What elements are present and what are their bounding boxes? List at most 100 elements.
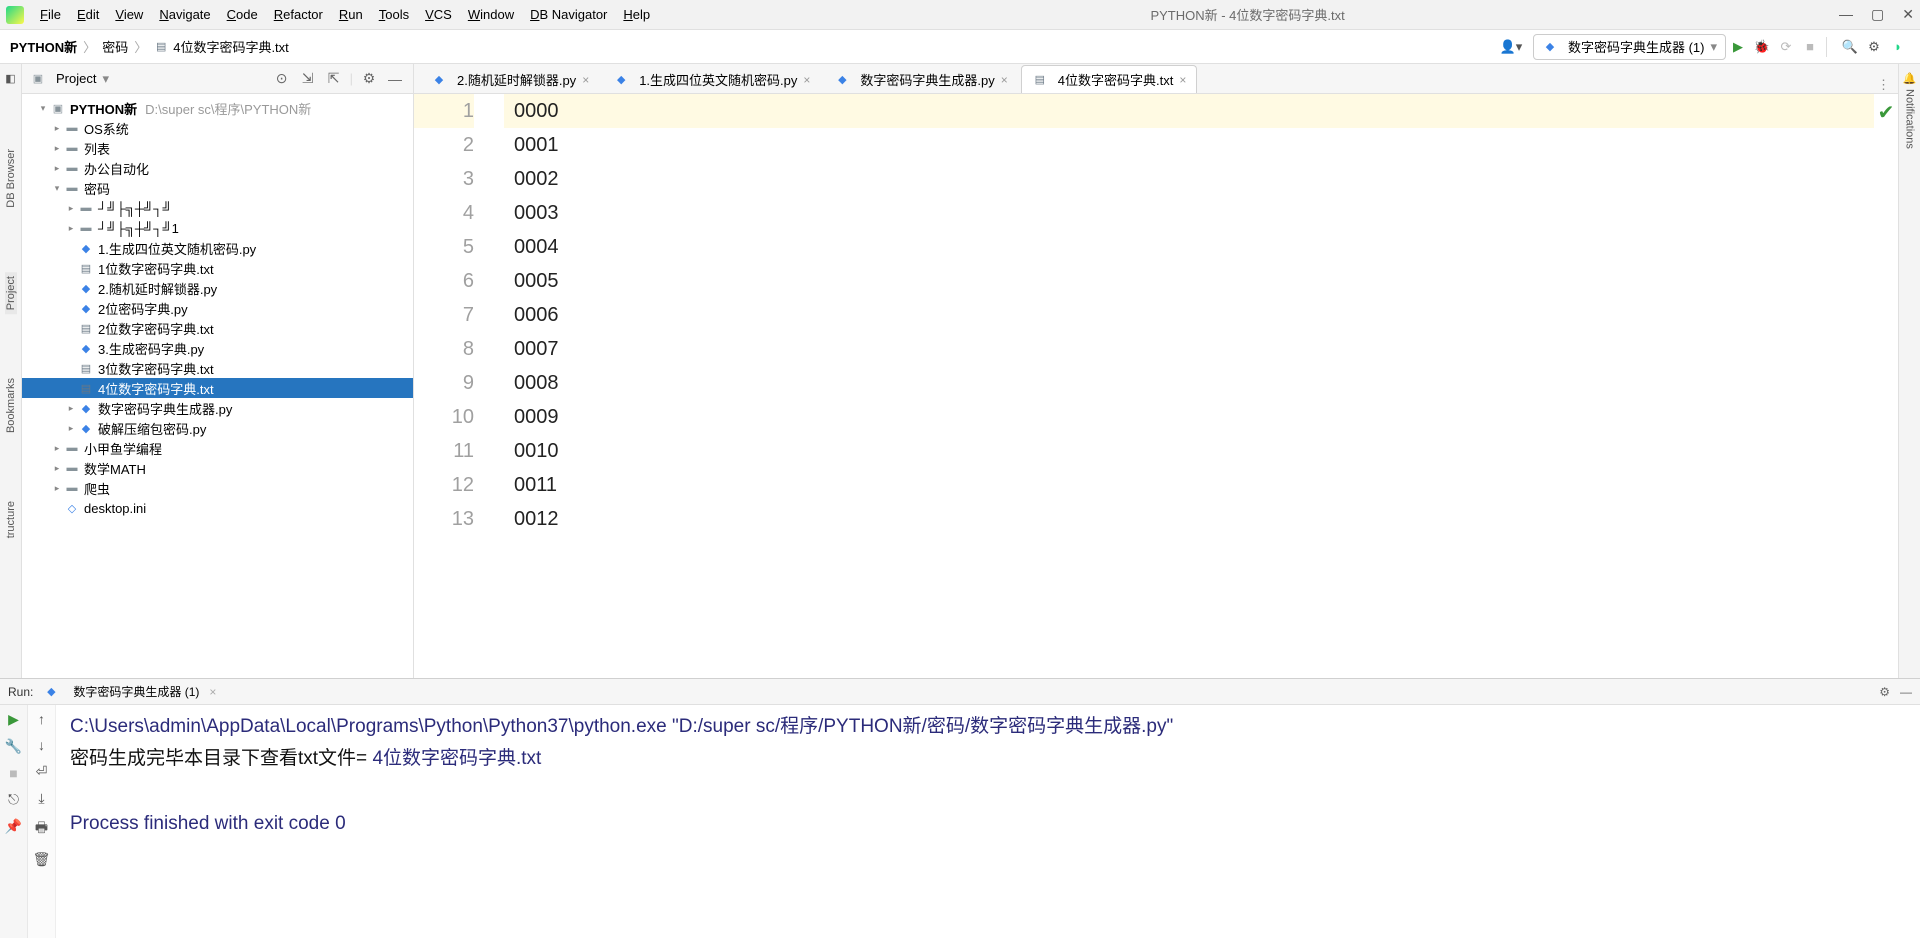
pin-icon[interactable]: 📌 <box>5 818 22 835</box>
structure-tab[interactable]: tructure <box>5 497 17 542</box>
inspection-ok-icon[interactable]: ✔ <box>1878 100 1895 125</box>
close-icon[interactable]: ✕ <box>1902 6 1914 23</box>
exit-icon[interactable]: ⎋ <box>8 791 19 808</box>
tree-row[interactable]: ▸▬办公自动化 <box>22 158 413 178</box>
tree-twist-icon[interactable]: ▸ <box>50 123 64 134</box>
close-tab-icon[interactable]: × <box>582 73 589 87</box>
run-button[interactable]: ▶ <box>1726 35 1750 59</box>
tree-row[interactable]: ▤2位数字密码字典.txt <box>22 318 413 338</box>
project-tree[interactable]: ▾▣PYTHON新D:\super sc\程序\PYTHON新▸▬OS系统▸▬列… <box>22 94 413 678</box>
soft-wrap-icon[interactable]: ⏎ <box>36 763 48 780</box>
menu-item[interactable]: Edit <box>71 5 105 24</box>
tree-twist-icon[interactable]: ▾ <box>50 183 64 194</box>
menu-item[interactable]: File <box>34 5 67 24</box>
tree-twist-icon[interactable]: ▸ <box>64 423 78 434</box>
bookmarks-tab[interactable]: Bookmarks <box>5 374 17 437</box>
tree-row[interactable]: ◆3.生成密码字典.py <box>22 338 413 358</box>
tree-row[interactable]: ▸▬列表 <box>22 138 413 158</box>
code-content[interactable]: 0000000100020003000400050006000700080009… <box>504 94 1874 678</box>
rerun-icon[interactable]: ▶ <box>8 711 19 728</box>
tree-twist-icon[interactable]: ▾ <box>36 103 50 114</box>
tree-row[interactable]: ▸▬数学MATH <box>22 458 413 478</box>
select-open-file-icon[interactable]: ⊙ <box>272 70 292 87</box>
editor-body[interactable]: 12345678910111213 0000000100020003000400… <box>414 94 1898 678</box>
project-tab[interactable]: Project <box>5 272 17 314</box>
tree-twist-icon[interactable]: ▸ <box>64 203 78 214</box>
menu-item[interactable]: DB Navigator <box>524 5 613 24</box>
minimize-icon[interactable]: — <box>1839 6 1853 23</box>
menu-item[interactable]: Window <box>462 5 520 24</box>
menu-item[interactable]: View <box>109 5 149 24</box>
tree-twist-icon[interactable]: ▸ <box>64 223 78 234</box>
tree-row[interactable]: ▸▬小甲鱼学编程 <box>22 438 413 458</box>
tree-row[interactable]: ▸◆破解压缩包密码.py <box>22 418 413 438</box>
stop-icon[interactable]: ■ <box>9 765 17 781</box>
tree-row[interactable]: ◆1.生成四位英文随机密码.py <box>22 238 413 258</box>
tree-row[interactable]: ▾▣PYTHON新D:\super sc\程序\PYTHON新 <box>22 98 413 118</box>
menu-item[interactable]: Navigate <box>153 5 216 24</box>
chevron-down-icon[interactable]: ▾ <box>102 71 109 87</box>
notifications-tab[interactable]: Notifications <box>1904 85 1916 153</box>
search-icon[interactable]: 🔍 <box>1838 35 1862 59</box>
user-icon[interactable]: 👤▾ <box>1499 35 1523 59</box>
tree-row[interactable]: ◆2位密码字典.py <box>22 298 413 318</box>
expand-all-icon[interactable]: ⇲ <box>298 70 318 87</box>
coverage-button[interactable]: ⟳ <box>1774 35 1798 59</box>
tree-row[interactable]: ◆2.随机延时解锁器.py <box>22 278 413 298</box>
hide-icon[interactable]: — <box>1900 685 1912 699</box>
tree-row[interactable]: ▸◆数字密码字典生成器.py <box>22 398 413 418</box>
more-tabs-icon[interactable]: ⋮ <box>1877 77 1890 93</box>
print-icon[interactable]: 🖶 <box>35 817 48 841</box>
tree-twist-icon[interactable]: ▸ <box>50 443 64 454</box>
tree-twist-icon[interactable]: ▸ <box>64 403 78 414</box>
breadcrumb-folder[interactable]: 密码 <box>102 37 128 56</box>
collapse-all-icon[interactable]: ⇱ <box>324 70 344 87</box>
tree-row[interactable]: ▤1位数字密码字典.txt <box>22 258 413 278</box>
scroll-end-icon[interactable]: ⤓ <box>38 790 44 807</box>
menu-item[interactable]: Refactor <box>268 5 329 24</box>
editor-tab[interactable]: ◆2.随机延时解锁器.py× <box>420 65 600 93</box>
menu-item[interactable]: Code <box>221 5 264 24</box>
tree-row[interactable]: ▸▬OS系统 <box>22 118 413 138</box>
down-icon[interactable]: ↓ <box>38 737 45 753</box>
tools-icon[interactable]: 🔧 <box>5 738 22 755</box>
gear-icon[interactable]: ⚙ <box>359 70 379 87</box>
close-tab-icon[interactable]: × <box>209 685 216 699</box>
menu-item[interactable]: Run <box>333 5 369 24</box>
close-tab-icon[interactable]: × <box>1001 73 1008 87</box>
tree-row[interactable]: ▸▬┘╝├╗┼╝┐╝1 <box>22 218 413 238</box>
gear-icon[interactable]: ⚙ <box>1879 685 1890 699</box>
tree-row[interactable]: ▸▬┘╝├╗┼╝┐╝ <box>22 198 413 218</box>
stop-button[interactable]: ■ <box>1798 35 1822 59</box>
tree-twist-icon[interactable]: ▸ <box>50 483 64 494</box>
editor-tab[interactable]: ◆数字密码字典生成器.py× <box>823 65 1018 93</box>
debug-button[interactable]: 🐞 <box>1750 35 1774 59</box>
clear-icon[interactable]: 🗑 <box>33 851 51 868</box>
ide-logo-icon[interactable]: ◗ <box>1886 35 1910 59</box>
close-tab-icon[interactable]: × <box>1179 73 1186 87</box>
menu-item[interactable]: Tools <box>373 5 415 24</box>
tree-row[interactable]: ▾▬密码 <box>22 178 413 198</box>
editor-tab[interactable]: ▤4位数字密码字典.txt× <box>1021 65 1198 93</box>
hide-icon[interactable]: — <box>385 71 405 87</box>
panel-title[interactable]: Project <box>56 71 96 86</box>
editor-tab[interactable]: ◆1.生成四位英文随机密码.py× <box>602 65 821 93</box>
tree-row[interactable]: ▤4位数字密码字典.txt <box>22 378 413 398</box>
up-icon[interactable]: ↑ <box>38 711 45 727</box>
db-browser-tab[interactable]: DB Browser <box>5 145 17 212</box>
breadcrumb-root[interactable]: PYTHON新 <box>10 37 77 56</box>
notifications-icon[interactable]: 🔔 <box>1903 72 1917 85</box>
tree-twist-icon[interactable]: ▸ <box>50 463 64 474</box>
menu-item[interactable]: VCS <box>419 5 458 24</box>
close-tab-icon[interactable]: × <box>803 73 810 87</box>
menu-item[interactable]: Help <box>617 5 656 24</box>
tree-row[interactable]: ◇desktop.ini <box>22 498 413 518</box>
run-tab[interactable]: 数字密码字典生成器 (1) <box>73 683 199 700</box>
tree-twist-icon[interactable]: ▸ <box>50 143 64 154</box>
tree-twist-icon[interactable]: ▸ <box>50 163 64 174</box>
maximize-icon[interactable]: ▢ <box>1871 6 1884 23</box>
tree-row[interactable]: ▤3位数字密码字典.txt <box>22 358 413 378</box>
breadcrumb-file[interactable]: 4位数字密码字典.txt <box>173 37 289 56</box>
run-config-selector[interactable]: ◆ 数字密码字典生成器 (1) ▾ <box>1533 34 1726 60</box>
tree-row[interactable]: ▸▬爬虫 <box>22 478 413 498</box>
